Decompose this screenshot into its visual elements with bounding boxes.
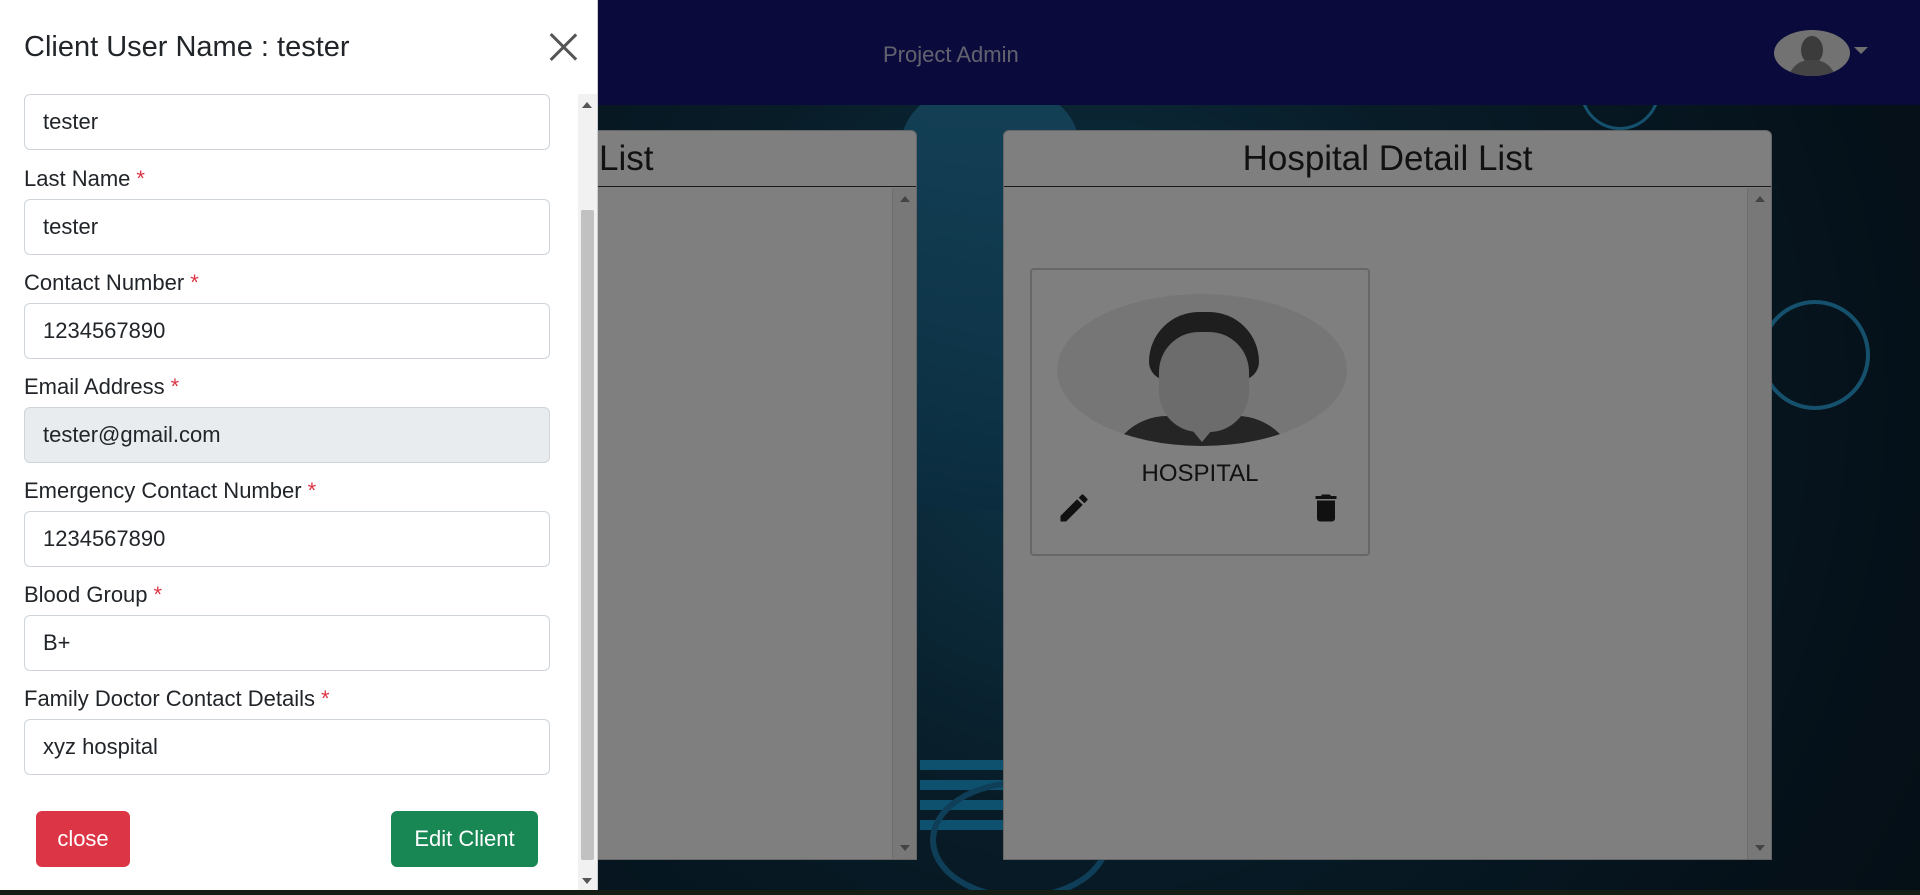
blood-group-label-text: Blood Group [24, 582, 148, 607]
offcanvas-body: Last Name* Contact Number* Email Address… [0, 94, 598, 890]
blood-group-label: Blood Group * [24, 582, 162, 608]
email-field [24, 407, 550, 463]
family-doctor-field[interactable] [24, 719, 550, 775]
required-marker: * [190, 270, 199, 295]
blood-group-field[interactable] [24, 615, 550, 671]
email-address-label-text: Email Address [24, 374, 165, 399]
first-name-field[interactable] [24, 94, 550, 150]
required-marker: * [136, 166, 145, 191]
family-doctor-label-text: Family Doctor Contact Details [24, 686, 315, 711]
email-address-label: Email Address * [24, 374, 179, 400]
contact-number-label-text: Contact Number [24, 270, 185, 295]
emergency-contact-field[interactable] [24, 511, 550, 567]
family-doctor-label: Family Doctor Contact Details * [24, 686, 330, 712]
contact-number-label: Contact Number * [24, 270, 199, 296]
edit-client-offcanvas: Client User Name : tester Last Name* Con… [0, 0, 598, 890]
offcanvas-scrollbar[interactable] [578, 94, 597, 890]
last-name-label-text: Last Name [24, 166, 131, 191]
scroll-down-icon[interactable] [582, 878, 592, 884]
emergency-contact-label-text: Emergency Contact Number [24, 478, 302, 503]
required-marker: * [153, 582, 163, 607]
offcanvas-header: Client User Name : tester [0, 0, 598, 94]
last-name-label: Last Name * [24, 166, 145, 192]
edit-client-button[interactable]: Edit Client [391, 811, 538, 867]
scrollbar-thumb[interactable] [581, 210, 594, 860]
contact-number-field[interactable] [24, 303, 550, 359]
emergency-contact-label: Emergency Contact Number * [24, 478, 316, 504]
offcanvas-title: Client User Name : tester [24, 31, 350, 63]
close-button[interactable]: close [36, 811, 130, 867]
last-name-field[interactable] [24, 199, 550, 255]
required-marker: * [307, 478, 317, 503]
required-marker: * [170, 374, 180, 399]
required-marker: * [320, 686, 330, 711]
scroll-up-icon[interactable] [582, 102, 592, 108]
close-icon[interactable] [548, 32, 578, 62]
